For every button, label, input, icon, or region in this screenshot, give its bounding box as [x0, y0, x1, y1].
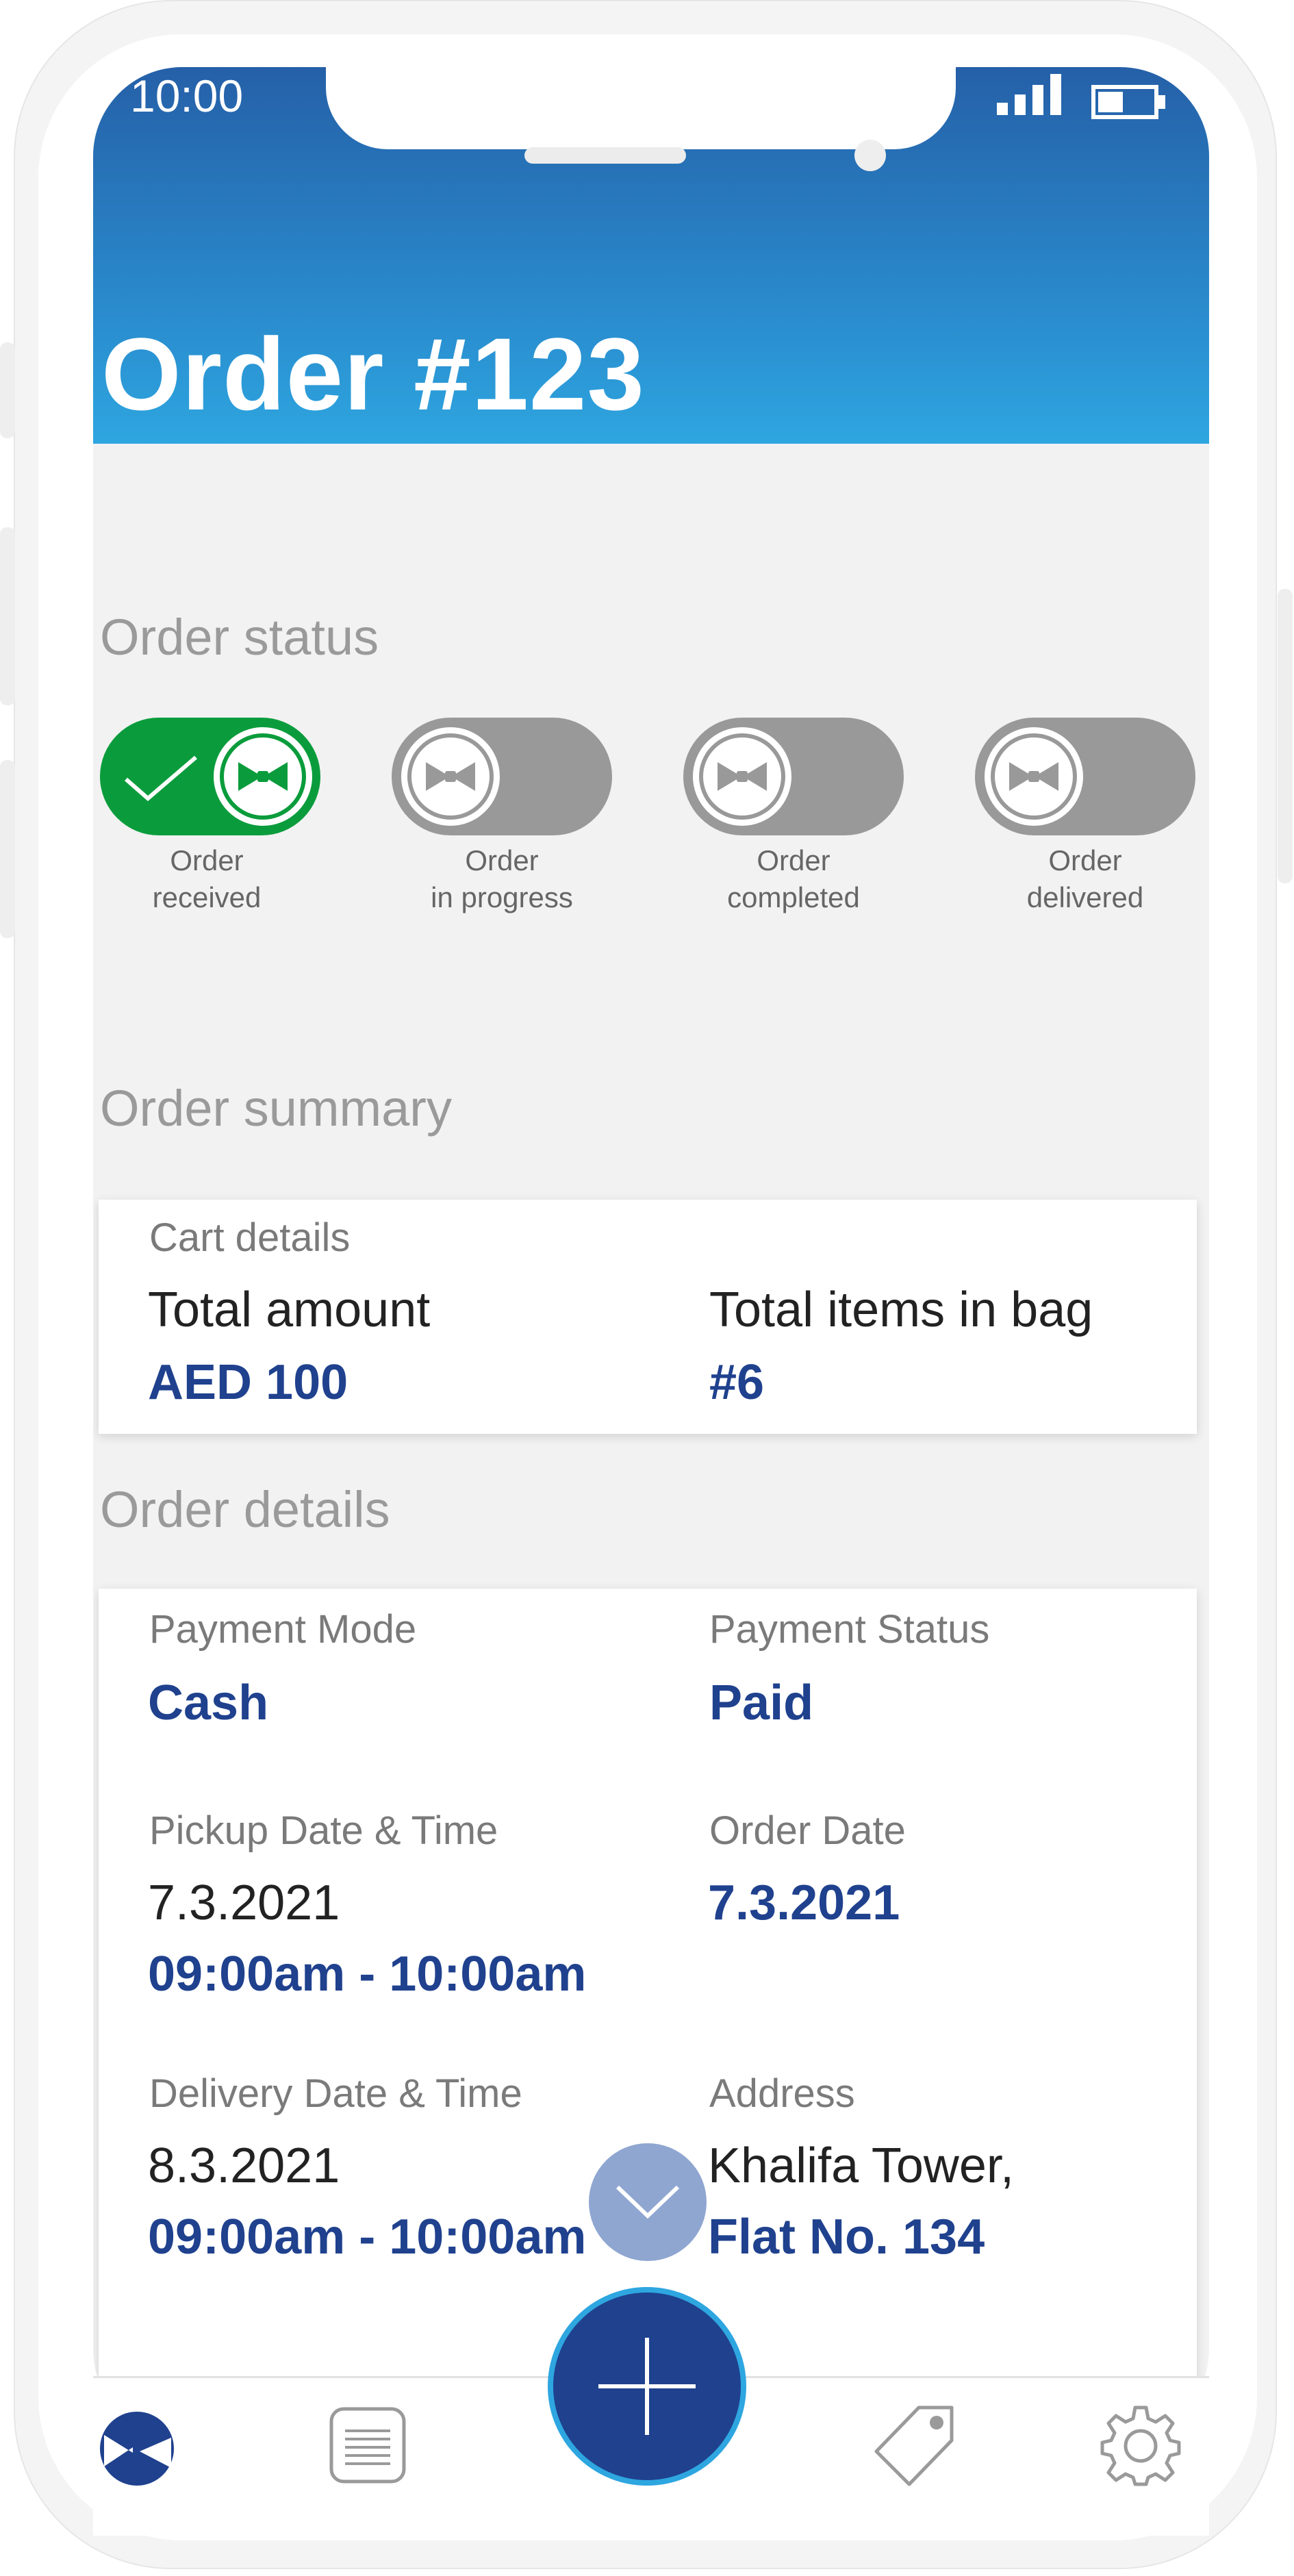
step-label-in-progress: Order in progress [431, 844, 573, 913]
delivery-label: Delivery Date & Time [149, 2071, 522, 2116]
phone-side-button [1278, 589, 1293, 883]
front-camera [854, 140, 886, 171]
delivery-date: 8.3.2021 [148, 2138, 340, 2193]
status-toggle-delivered[interactable] [975, 718, 1195, 835]
total-amount-value: AED 100 [148, 1355, 348, 1410]
pickup-time: 09:00am - 10:00am [148, 1947, 587, 2002]
order-date-value: 7.3.2021 [708, 1876, 900, 1930]
address-line1: Khalifa Tower, [708, 2138, 1014, 2193]
total-items-label: Total items in bag [709, 1283, 1093, 1337]
payment-status-value: Paid [709, 1676, 814, 1730]
bowtie-icon [238, 762, 288, 791]
status-toggle-in-progress[interactable] [392, 718, 612, 835]
payment-mode-value: Cash [148, 1676, 269, 1730]
status-toggle-completed[interactable] [683, 718, 904, 835]
order-details-title: Order details [100, 1481, 390, 1538]
step-label-received: Order received [152, 844, 262, 913]
bowtie-icon [1009, 762, 1058, 791]
total-items-value: #6 [709, 1355, 765, 1410]
notch [326, 67, 956, 149]
signal-icon [997, 74, 1061, 115]
add-button[interactable] [548, 2287, 746, 2486]
page-title: Order #123 [101, 316, 645, 431]
payment-status-label: Payment Status [709, 1607, 990, 1652]
payment-mode-label: Payment Mode [149, 1607, 417, 1652]
status-toggle-received[interactable] [100, 718, 320, 835]
orders-list-icon[interactable] [327, 2405, 408, 2486]
phone-side-button [0, 527, 15, 705]
cart-details-card: Cart details Total amount AED 100 Total … [99, 1200, 1197, 1434]
bowtie-icon [426, 762, 475, 791]
toggle-knob [985, 727, 1083, 826]
order-status-title: Order status [100, 609, 379, 666]
speaker [524, 147, 686, 164]
toggle-knob [214, 727, 312, 826]
total-amount-label: Total amount [148, 1283, 431, 1337]
bowtie-icon [718, 762, 767, 791]
pickup-date: 7.3.2021 [148, 1876, 340, 1930]
pickup-label: Pickup Date & Time [149, 1808, 498, 1853]
settings-gear-icon[interactable] [1098, 2403, 1183, 2488]
chevron-down-icon [616, 2185, 680, 2219]
battery-icon [1091, 85, 1165, 119]
scroll-down-button[interactable] [589, 2143, 707, 2261]
plus-icon [598, 2338, 696, 2435]
toggle-knob [401, 727, 500, 826]
address-line2: Flat No. 134 [708, 2210, 985, 2264]
delivery-time: 09:00am - 10:00am [148, 2210, 587, 2264]
phone-side-button [0, 760, 15, 938]
address-label: Address [709, 2071, 855, 2116]
offers-tag-icon[interactable] [871, 2403, 959, 2490]
home-icon[interactable] [99, 2410, 175, 2487]
order-summary-title: Order summary [100, 1080, 452, 1137]
phone-side-button [0, 342, 15, 438]
status-time: 10:00 [130, 71, 244, 121]
step-label-delivered: Order delivered [1026, 844, 1144, 913]
step-label-completed: Order completed [727, 844, 860, 913]
toggle-knob [693, 727, 791, 826]
cart-details-label: Cart details [149, 1215, 351, 1260]
check-icon [125, 755, 197, 801]
order-date-label: Order Date [709, 1808, 906, 1853]
